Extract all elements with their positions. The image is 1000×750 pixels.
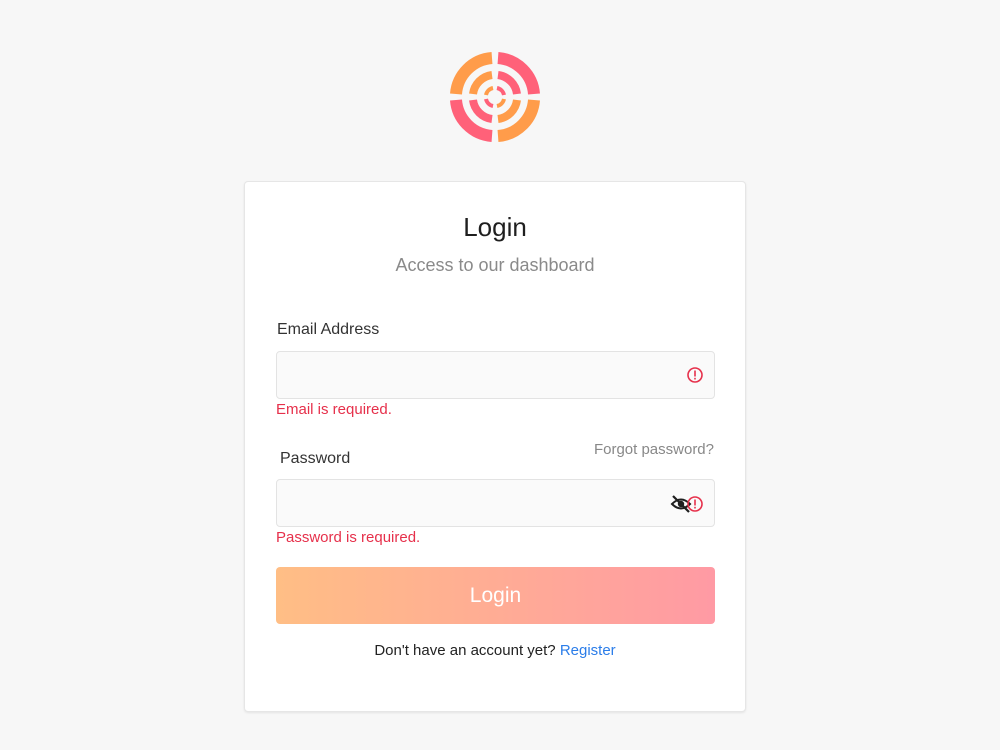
password-field-wrapper	[276, 479, 715, 527]
password-field[interactable]	[277, 480, 714, 526]
email-error-message: Email is required.	[276, 401, 392, 418]
register-prompt-text: Don't have an account yet?	[374, 642, 556, 659]
page-subtitle: Access to our dashboard	[395, 255, 595, 275]
password-label: Password	[280, 450, 351, 467]
email-field-wrapper	[276, 351, 715, 399]
forgot-password-link[interactable]: Forgot password?	[594, 441, 714, 458]
password-error-message: Password is required.	[276, 529, 421, 546]
login-button[interactable]: Login	[276, 567, 715, 624]
page-title: Login	[463, 212, 527, 242]
email-label: Email Address	[277, 321, 380, 338]
register-prompt-line: Don't have an account yet? Register	[245, 642, 745, 659]
target-logo-icon	[450, 52, 540, 142]
email-field[interactable]	[277, 352, 714, 398]
login-card: Login Access to our dashboard Email Addr…	[244, 181, 746, 712]
error-circle-icon	[687, 367, 703, 383]
error-circle-icon	[687, 496, 703, 512]
register-link[interactable]: Register	[560, 642, 616, 659]
